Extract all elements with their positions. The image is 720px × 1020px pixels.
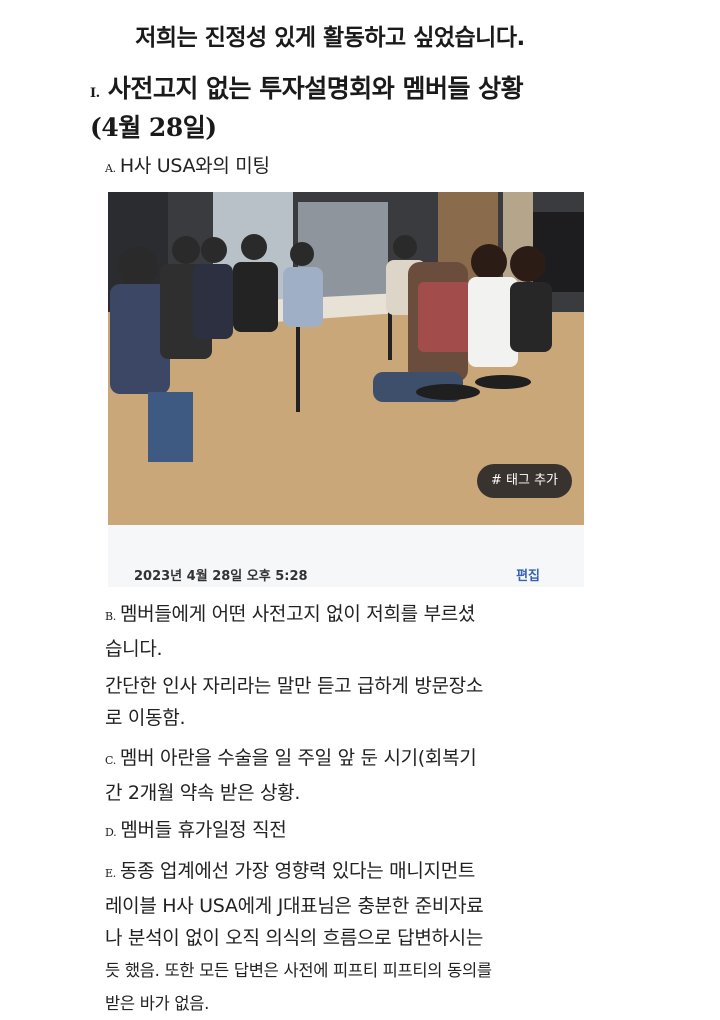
item-d-marker: D. — [105, 826, 117, 839]
item-a-text: H사 USA와의 미팅 — [119, 155, 270, 177]
edit-link[interactable]: 편집 — [516, 565, 540, 584]
item-e-marker: E. — [105, 867, 116, 880]
item-e-line5: 받은 바가 없음. — [105, 994, 210, 1013]
item-e-line2: 레이블 H사 USA에게 J대표님은 충분한 준비자료 — [105, 895, 484, 917]
photo-timestamp: 2023년 4월 28일 오후 5:28 — [134, 569, 308, 584]
section-number: I. — [90, 86, 100, 101]
section-heading: I. 사전고지 없는 투자설명회와 멤버들 상황 (4월 28일) — [90, 72, 650, 145]
add-tag-button[interactable]: # 태그 추가 — [477, 464, 572, 498]
item-e-line3: 나 분석이 없이 오직 의식의 흐름으로 답변하시는 — [105, 927, 484, 949]
item-d: D. 멤버들 휴가일정 직전 — [105, 814, 575, 849]
item-c: C. 멤버 아란을 수술을 일 주일 앞 둔 시기(회복기 간 2개월 약속 받은… — [105, 742, 575, 809]
item-b: B. 멤버들에게 어떤 사전고지 없이 저희를 부르셨 습니다. — [105, 598, 575, 665]
item-e-line4: 듯 했음. 또한 모든 답변은 사전에 피프티 피프티의 동의를 — [105, 961, 492, 980]
item-b-detail-line2: 로 이동함. — [105, 707, 186, 729]
section-date: (4월 28일) — [90, 113, 217, 142]
section-title: 사전고지 없는 투자설명회와 멤버들 상황 — [107, 74, 524, 103]
item-b-line2: 습니다. — [105, 638, 163, 660]
photo-caption-bar: 2023년 4월 28일 오후 5:28 편집 — [108, 525, 584, 587]
item-e-line1: 동종 업계에선 가장 영향력 있다는 매니지먼트 — [119, 860, 476, 882]
item-e: E. 동종 업계에선 가장 영향력 있다는 매니지먼트 레이블 H사 USA에게 … — [105, 855, 575, 1020]
item-c-marker: C. — [105, 754, 116, 767]
item-b-detail: 간단한 인사 자리라는 말만 듣고 급하게 방문장소 로 이동함. — [105, 670, 575, 734]
page-title: 저희는 진정성 있게 활동하고 싶었습니다. — [135, 25, 525, 51]
item-a-marker: A. — [105, 162, 116, 175]
item-d-text: 멤버들 휴가일정 직전 — [120, 819, 287, 841]
item-b-line1: 멤버들에게 어떤 사전고지 없이 저희를 부르셨 — [119, 603, 476, 625]
item-c-line2: 간 2개월 약속 받은 상황. — [105, 782, 301, 804]
item-b-marker: B. — [105, 610, 116, 623]
item-c-line1: 멤버 아란을 수술을 일 주일 앞 둔 시기(회복기 — [119, 747, 477, 769]
meeting-photo: # 태그 추가 — [108, 192, 584, 525]
item-a: A. H사 USA와의 미팅 — [105, 150, 575, 185]
item-b-detail-line1: 간단한 인사 자리라는 말만 듣고 급하게 방문장소 — [105, 675, 484, 697]
